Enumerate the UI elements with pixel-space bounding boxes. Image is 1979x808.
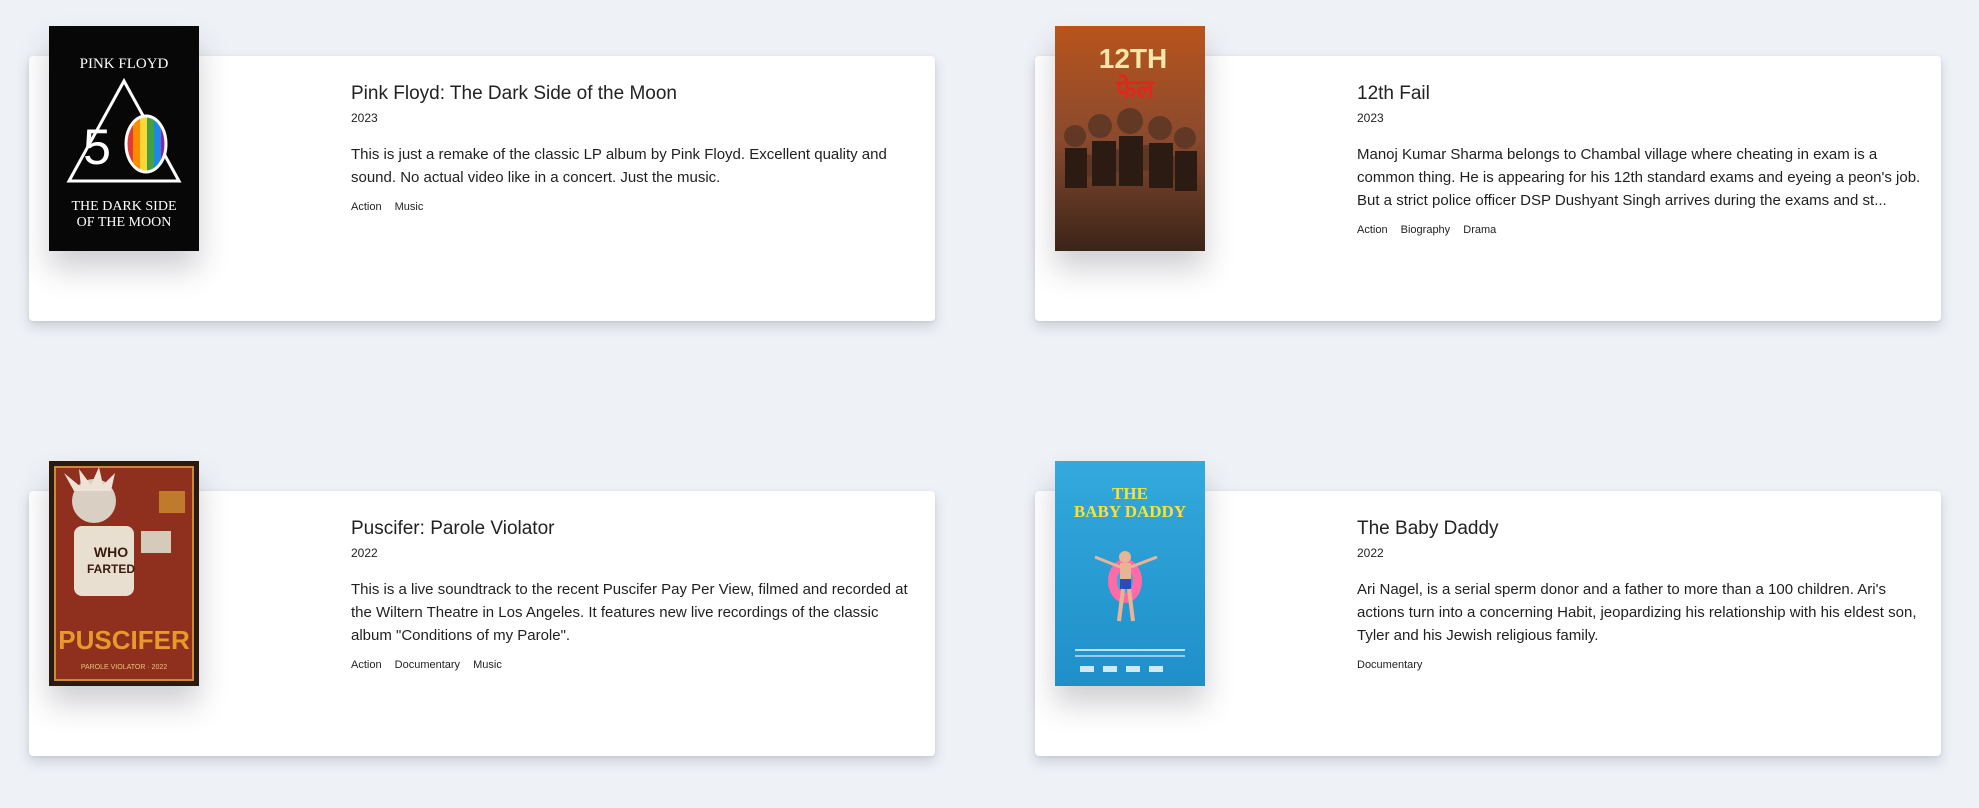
movie-year: 2023 bbox=[351, 111, 378, 125]
genre-tag[interactable]: Action bbox=[351, 659, 382, 671]
poster-image: THE BABY DADDY bbox=[1055, 461, 1205, 686]
movie-title[interactable]: 12th Fail bbox=[1357, 82, 1923, 106]
movie-card[interactable]: THE BABY DADDY The Baby Daddy 2022 Ari N… bbox=[1035, 461, 1941, 756]
movie-poster[interactable]: PINK FLOYD 5 THE DARK SIDE OF THE MOON bbox=[49, 26, 199, 251]
genre-tag[interactable]: Music bbox=[473, 659, 502, 671]
poster-text-line1: THE DARK SIDE bbox=[72, 199, 177, 214]
movie-info: Puscifer: Parole Violator 2022 This is a… bbox=[351, 517, 917, 671]
poster-bottom-text: PAROLE VIOLATOR · 2022 bbox=[81, 664, 167, 671]
movie-title[interactable]: Puscifer: Parole Violator bbox=[351, 517, 917, 541]
genre-list: Action Music bbox=[351, 201, 917, 213]
movie-title[interactable]: Pink Floyd: The Dark Side of the Moon bbox=[351, 82, 917, 106]
movie-description: Ari Nagel, is a serial sperm donor and a… bbox=[1357, 581, 1917, 644]
movie-card[interactable]: PINK FLOYD 5 THE DARK SIDE OF THE MOON P… bbox=[29, 26, 935, 321]
poster-text-top: PINK FLOYD bbox=[80, 56, 169, 72]
movie-card[interactable]: 12TH फेल 12th Fail 2023 Manoj Kumar Shar… bbox=[1035, 26, 1941, 321]
movie-year: 2022 bbox=[351, 546, 378, 560]
genre-list: Documentary bbox=[1357, 659, 1923, 671]
poster-shirt-line1: WHO bbox=[94, 544, 128, 560]
genre-tag[interactable]: Documentary bbox=[395, 659, 460, 671]
poster-title-line2: BABY DADDY bbox=[1074, 502, 1186, 521]
poster-text-line2: OF THE MOON bbox=[77, 215, 172, 230]
poster-image: WHO FARTED PUSCIFER PAROLE VIOLATOR · 20… bbox=[49, 461, 199, 686]
movie-description: Manoj Kumar Sharma belongs to Chambal vi… bbox=[1357, 146, 1921, 209]
genre-tag[interactable]: Music bbox=[395, 201, 424, 213]
genre-list: Action Biography Drama bbox=[1357, 224, 1923, 236]
genre-tag[interactable]: Action bbox=[351, 201, 382, 213]
movie-info: The Baby Daddy 2022 Ari Nagel, is a seri… bbox=[1357, 517, 1923, 671]
poster-shirt-line2: FARTED bbox=[87, 562, 135, 576]
poster-text-top: 12TH bbox=[1099, 43, 1167, 74]
genre-tag[interactable]: Drama bbox=[1463, 224, 1496, 236]
genre-list: Action Documentary Music bbox=[351, 659, 917, 671]
poster-text-sub: फेल bbox=[1115, 74, 1155, 105]
movie-description: This is a live soundtrack to the recent … bbox=[351, 581, 908, 644]
movie-year: 2022 bbox=[1357, 546, 1384, 560]
movie-poster[interactable]: WHO FARTED PUSCIFER PAROLE VIOLATOR · 20… bbox=[49, 461, 199, 686]
poster-image: PINK FLOYD 5 THE DARK SIDE OF THE MOON bbox=[49, 26, 199, 251]
movie-poster[interactable]: 12TH फेल bbox=[1055, 26, 1205, 251]
movie-card[interactable]: WHO FARTED PUSCIFER PAROLE VIOLATOR · 20… bbox=[29, 461, 935, 756]
poster-title-line1: THE bbox=[1112, 484, 1148, 503]
genre-tag[interactable]: Biography bbox=[1401, 224, 1451, 236]
movie-info: 12th Fail 2023 Manoj Kumar Sharma belong… bbox=[1357, 82, 1923, 236]
genre-tag[interactable]: Documentary bbox=[1357, 659, 1422, 671]
poster-number: 5 bbox=[83, 119, 111, 175]
movie-info: Pink Floyd: The Dark Side of the Moon 20… bbox=[351, 82, 917, 213]
poster-band-name: PUSCIFER bbox=[58, 625, 190, 655]
movie-poster[interactable]: THE BABY DADDY bbox=[1055, 461, 1205, 686]
movie-year: 2023 bbox=[1357, 111, 1384, 125]
poster-image: 12TH फेल bbox=[1055, 26, 1205, 251]
movie-description: This is just a remake of the classic LP … bbox=[351, 146, 887, 186]
genre-tag[interactable]: Action bbox=[1357, 224, 1388, 236]
movie-title[interactable]: The Baby Daddy bbox=[1357, 517, 1923, 541]
